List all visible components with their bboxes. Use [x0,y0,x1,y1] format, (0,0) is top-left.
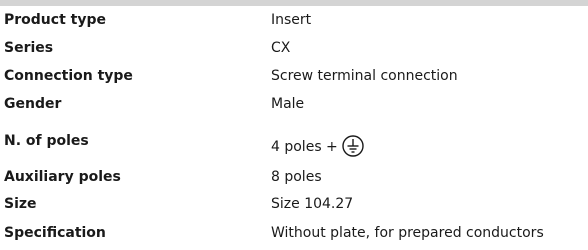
gender-value: Male [271,96,305,112]
auxiliary-poles-value: 8 poles [271,169,322,185]
spec-row-specification: Specification Without plate, for prepare… [0,218,588,248]
poles-value-cell: 4 poles + [271,127,588,157]
gender-label: Gender [4,96,62,112]
product-type-value: Insert [271,12,312,28]
specification-value: Without plate, for prepared conductors [271,225,544,241]
protective-earth-icon [342,135,364,157]
poles-label: N. of poles [4,133,89,149]
spec-row-series: Series CX [0,34,588,62]
product-type-label: Product type [4,12,106,28]
size-label: Size [4,196,37,212]
spec-row-connection-type: Connection type Screw terminal connectio… [0,62,588,90]
series-value: CX [271,40,291,56]
spec-row-product-type: Product type Insert [0,6,588,34]
series-label: Series [4,40,54,56]
auxiliary-poles-label: Auxiliary poles [4,169,121,185]
size-value: Size 104.27 [271,196,354,212]
connection-type-label: Connection type [4,68,133,84]
poles-value: 4 poles + [271,139,338,155]
spec-row-poles: N. of poles 4 poles + [0,118,588,164]
spec-row-gender: Gender Male [0,90,588,118]
product-spec-table: Product type Insert Series CX Connection… [0,6,588,248]
spec-row-auxiliary-poles: Auxiliary poles 8 poles [0,164,588,190]
specification-label: Specification [4,225,106,241]
connection-type-value: Screw terminal connection [271,68,458,84]
spec-row-size: Size Size 104.27 [0,190,588,218]
